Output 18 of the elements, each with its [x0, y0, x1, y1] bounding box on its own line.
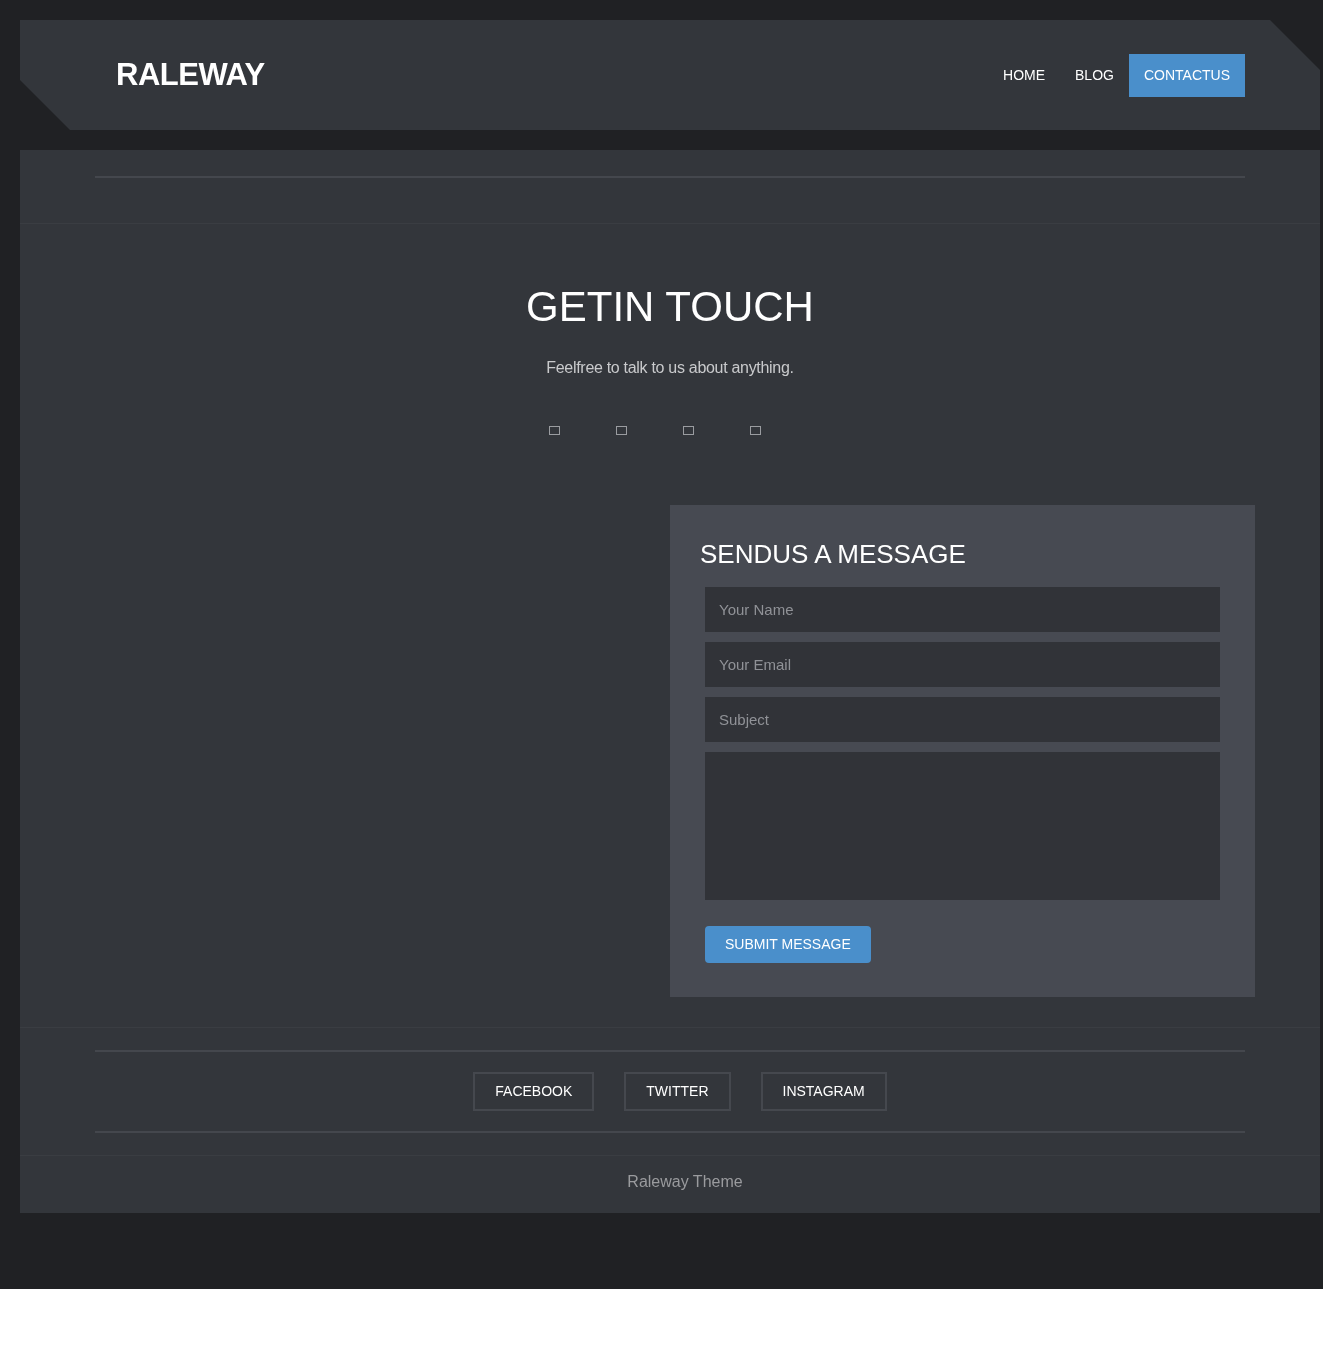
message-field[interactable]: [705, 751, 1220, 900]
page-subtitle: Feelfree to talk to us about anything.: [545, 358, 795, 379]
square-icon: [616, 426, 627, 436]
nav-link[interactable]: BLOG: [1060, 53, 1129, 97]
input-field[interactable]: Your Name: [705, 586, 1220, 632]
social-button[interactable]: INSTAGRAM: [760, 1071, 887, 1111]
nav-link[interactable]: HOME: [988, 53, 1060, 97]
social-button[interactable]: FACEBOOK: [473, 1071, 595, 1111]
square-icon: [683, 426, 694, 436]
footer-text: Raleway Theme: [627, 1172, 743, 1190]
page-title: GETIN TOUCH: [525, 282, 815, 332]
form-title: SENDUS A MESSAGE: [700, 539, 967, 571]
social-button[interactable]: TWITTER: [624, 1071, 731, 1111]
input-field[interactable]: Subject: [705, 696, 1220, 742]
square-icon: [549, 426, 560, 436]
site-logo[interactable]: RALEWAY: [116, 51, 265, 99]
input-field[interactable]: Your Email: [705, 641, 1220, 687]
square-icon: [750, 426, 761, 436]
